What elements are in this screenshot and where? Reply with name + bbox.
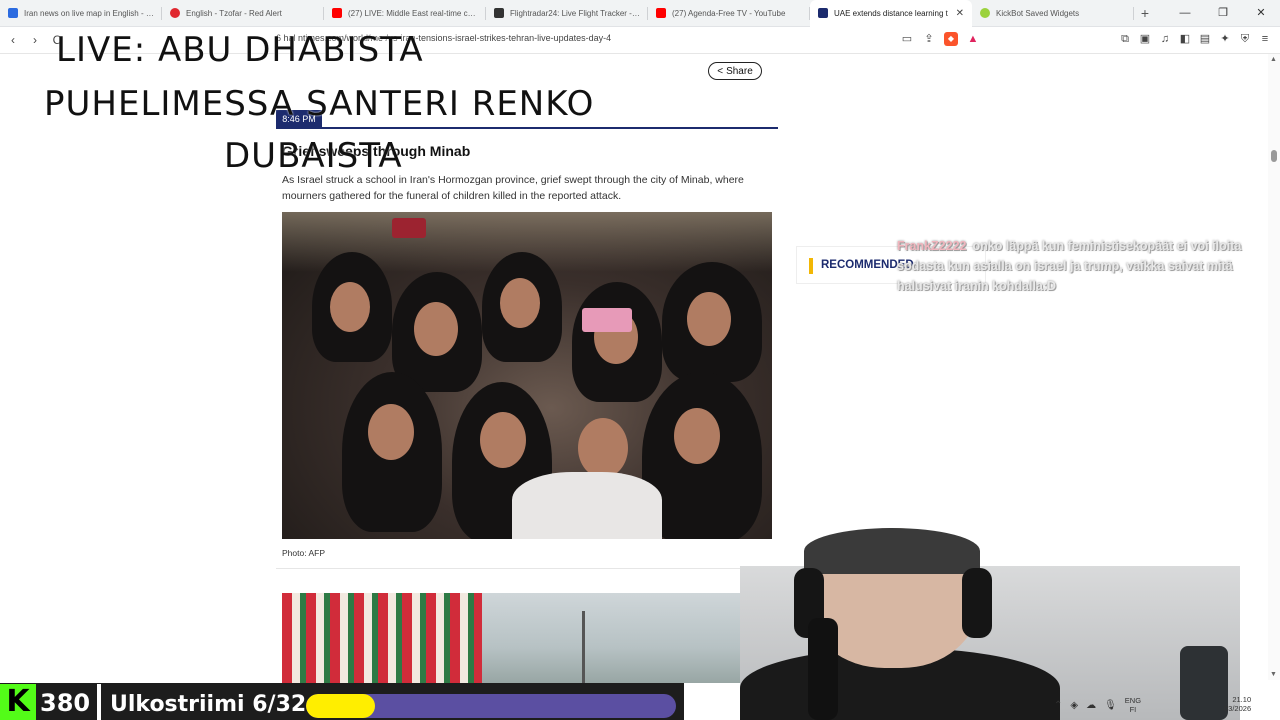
screen: Iran news on live map in English - Ca En… — [0, 0, 1280, 720]
clock-time: 21.10 — [1232, 695, 1252, 704]
tab-active-uae[interactable]: UAE extends distance learning t ✕ — [810, 0, 972, 27]
menu-icon[interactable]: ≡ — [1258, 32, 1272, 46]
brave-rewards-icon[interactable]: ▲ — [966, 32, 980, 46]
vpn-icon[interactable]: ⛨ — [1238, 32, 1252, 46]
viewer-count: 380 — [40, 689, 91, 717]
youtube-icon — [656, 8, 666, 18]
chevron-up-icon[interactable]: ⌃ — [1054, 700, 1062, 711]
tab-flightradar[interactable]: Flightradar24: Live Flight Tracker - Re — [486, 0, 648, 27]
bar-divider — [97, 684, 101, 720]
close-tab-icon[interactable]: ✕ — [956, 8, 964, 19]
tab-title: Flightradar24: Live Flight Tracker - Re — [510, 8, 640, 18]
forward-icon[interactable]: › — [26, 33, 44, 47]
clock[interactable]: 21.10 03/2026 — [1224, 695, 1251, 713]
network-icon[interactable]: ☁ — [1086, 700, 1096, 711]
news-site-icon — [818, 8, 828, 18]
language-indicator[interactable]: ENG FI — [1125, 696, 1141, 714]
microphone-tray-icon[interactable]: 🎙 — [1104, 700, 1117, 711]
tab-title: (27) Agenda-Free TV - YouTube — [672, 8, 786, 18]
leo-ai-icon[interactable]: ✦ — [1218, 32, 1232, 46]
new-tab-button[interactable]: + — [1134, 5, 1156, 21]
favicon-icon — [170, 8, 180, 18]
kick-logo: K — [0, 684, 36, 720]
youtube-icon — [332, 8, 342, 18]
photo-caption: Photo: AFP — [282, 548, 325, 558]
live-title-line3: DUBAISTA — [224, 136, 403, 176]
tab-title: KickBot Saved Widgets — [996, 8, 1080, 18]
dropbox-icon[interactable]: ◈ — [1070, 700, 1078, 711]
flightradar-icon — [494, 8, 504, 18]
tab-title: Iran news on live map in English - Ca — [24, 8, 154, 18]
scroll-up-icon[interactable]: ▲ — [1270, 56, 1277, 63]
toolbar: ⧉ ▣ ♫ ◧ ▤ ✦ ⛨ ≡ — [1118, 32, 1272, 46]
lang-bottom: FI — [1129, 705, 1137, 714]
tab-strip: Iran news on live map in English - Ca En… — [0, 0, 1280, 27]
microphone-icon — [808, 618, 838, 720]
live-title-line1: LIVE: ABU DHABISTA — [56, 30, 424, 70]
tab-title: English - Tzofar - Red Alert — [186, 8, 282, 18]
accent-bar — [809, 258, 813, 274]
tab-iran-live-map[interactable]: Iran news on live map in English - Ca — [0, 0, 162, 27]
cast-icon[interactable]: ▭ — [900, 32, 914, 46]
sidebar-icon[interactable]: ◧ — [1178, 32, 1192, 46]
goal-progress-bar — [306, 694, 676, 718]
clock-date: 03/2026 — [1224, 704, 1252, 713]
webcam-feed — [700, 528, 1240, 720]
minimize-icon[interactable]: — — [1166, 0, 1204, 27]
kickbot-icon — [980, 8, 990, 18]
address-icons: ▭ ⇪ ◆ ▲ — [900, 32, 980, 46]
scroll-down-icon[interactable]: ▼ — [1270, 671, 1277, 678]
goal-progress-fill — [306, 694, 376, 718]
tab-agenda-free-tv[interactable]: (27) Agenda-Free TV - YouTube — [648, 0, 810, 27]
tab-title: (27) LIVE: Middle East real-time cam — [348, 8, 478, 18]
live-title-line2: PUHELIMESSA SANTERI RENKO — [44, 84, 595, 124]
window-controls: — ❐ ✕ — [1166, 0, 1280, 27]
brave-shields-icon[interactable]: ◆ — [944, 32, 958, 46]
mourners-photo[interactable] — [282, 212, 772, 539]
share-label: Share — [726, 65, 753, 77]
article-body: As Israel struck a school in Iran's Horm… — [282, 174, 744, 202]
back-icon[interactable]: ‹ — [4, 33, 22, 47]
lang-top: ENG — [1124, 696, 1142, 705]
flags — [282, 593, 482, 683]
chat-username: FrankZ2222 — [897, 239, 967, 253]
chat-message: FrankZ2222 onko läppä kun feministisekopä… — [897, 236, 1267, 296]
scrollbar-thumb[interactable] — [1271, 150, 1277, 162]
maximize-icon[interactable]: ❐ — [1204, 0, 1242, 27]
tumbler — [1180, 646, 1228, 720]
tab-title: UAE extends distance learning t — [834, 8, 948, 18]
system-tray: ⌃ ◈ ☁ 🎙 ENG FI 21.10 03/2026 — [1054, 690, 1251, 720]
tab-youtube-live[interactable]: (27) LIVE: Middle East real-time cam — [324, 0, 486, 27]
tab-kickbot[interactable]: KickBot Saved Widgets — [972, 0, 1134, 27]
share-icon: < — [717, 65, 724, 77]
screenshot-icon[interactable]: ▣ — [1138, 32, 1152, 46]
phone — [582, 308, 632, 332]
scrollbar[interactable]: ▲ ▼ — [1268, 54, 1280, 680]
close-window-icon[interactable]: ✕ — [1242, 0, 1280, 27]
share-page-icon[interactable]: ⇪ — [922, 32, 936, 46]
street-photo[interactable] — [282, 593, 772, 683]
extensions-icon[interactable]: ⧉ — [1118, 32, 1132, 46]
wallet-icon[interactable]: ▤ — [1198, 32, 1212, 46]
headphone-icon — [962, 568, 992, 638]
share-button[interactable]: < Share — [708, 62, 762, 80]
headset-band — [804, 528, 980, 574]
favicon-icon — [8, 8, 18, 18]
phone — [392, 218, 426, 238]
music-icon[interactable]: ♫ — [1158, 32, 1172, 46]
tab-tzofar[interactable]: English - Tzofar - Red Alert — [162, 0, 324, 27]
street-lamp — [582, 611, 585, 683]
timeline-rule — [276, 127, 778, 129]
goal-label: Ulkostriimi 6/32 — [110, 692, 307, 717]
